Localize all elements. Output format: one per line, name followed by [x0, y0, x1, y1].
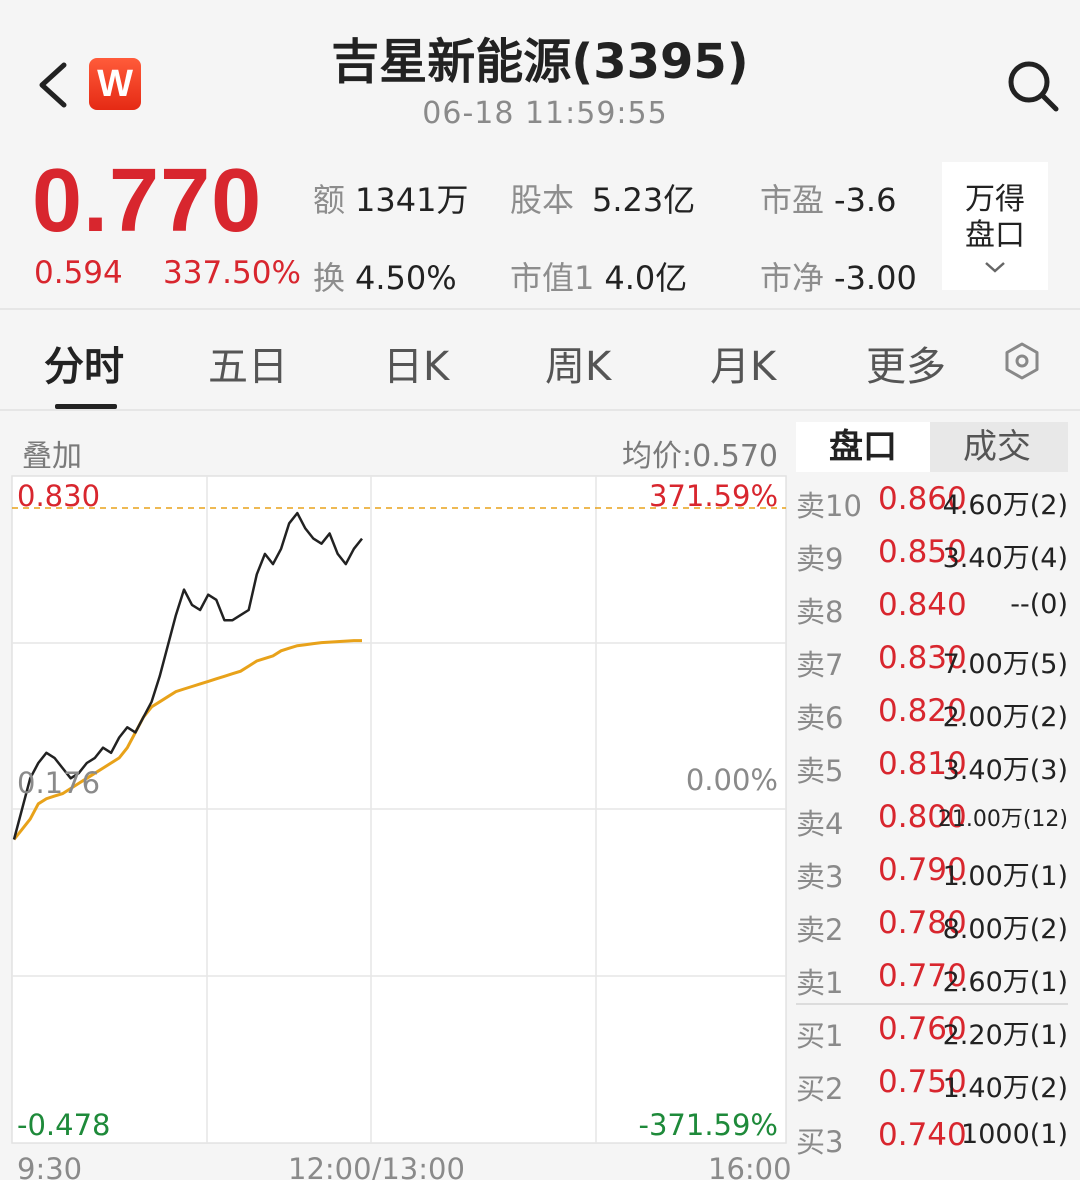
- stat-turnover-amount: 额 1341万: [313, 181, 469, 219]
- ask-row[interactable]: 卖8 0.840 --(0): [796, 581, 1070, 633]
- search-icon[interactable]: [1002, 55, 1062, 115]
- y-axis-bottom-price: -0.478: [17, 1108, 111, 1142]
- level-label: 卖7: [796, 648, 844, 682]
- order-volume: 2.60万(1): [942, 967, 1068, 998]
- order-volume: 3.40万(3): [942, 755, 1068, 786]
- level-label: 卖1: [796, 966, 844, 1000]
- header: W 吉星新能源(3395) 06-18 11:59:55: [0, 0, 1080, 150]
- level-label: 卖10: [796, 489, 862, 523]
- stat-turnover-rate: 换 4.50%: [313, 259, 457, 297]
- order-volume: 2.20万(1): [942, 1020, 1068, 1051]
- ask-row[interactable]: 卖10 0.860 4.60万(2): [796, 475, 1070, 527]
- intraday-chart[interactable]: 叠加 均价:0.570 0.830 371.59% 0.176 0.00% -0…: [0, 411, 792, 1180]
- x-axis-label-open: 9:30: [17, 1152, 83, 1180]
- order-price: 0.740: [878, 1117, 967, 1153]
- bid-row[interactable]: 买3 0.740 1000(1): [796, 1111, 1070, 1163]
- level-label: 买2: [796, 1072, 844, 1106]
- y-axis-mid-price: 0.176: [17, 766, 101, 800]
- stat-share-capital: 股本 5.23亿: [510, 181, 696, 219]
- tab-daily-k[interactable]: 日K: [383, 334, 449, 392]
- level-label: 卖2: [796, 913, 844, 947]
- ask-row[interactable]: 卖7 0.830 7.00万(5): [796, 634, 1070, 686]
- level-label: 买1: [796, 1019, 844, 1053]
- timestamp: 06-18 11:59:55: [422, 96, 668, 131]
- level-label: 卖8: [796, 595, 844, 629]
- order-price: 0.840: [878, 587, 967, 623]
- wande-label-2: 盘口: [965, 218, 1025, 253]
- orderbook-tabs: 盘口 成交: [796, 422, 1068, 472]
- stat-pe-ratio: 市盈 -3.6: [760, 181, 897, 219]
- bid-row[interactable]: 买1 0.760 2.20万(1): [796, 1005, 1070, 1057]
- tab-weekly-k[interactable]: 周K: [545, 334, 611, 392]
- tab-trades[interactable]: 成交: [930, 422, 1064, 472]
- x-axis-label-close: 16:00: [708, 1152, 792, 1180]
- divider: [0, 308, 1080, 310]
- chart-tabs: 分时 五日 日K 周K 月K 更多: [0, 312, 1080, 409]
- order-volume: 8.00万(2): [942, 914, 1068, 945]
- level-label: 买3: [796, 1125, 844, 1159]
- level-label: 卖6: [796, 701, 844, 735]
- chart-canvas: [11, 475, 787, 1144]
- ask-row[interactable]: 卖5 0.810 3.40万(3): [796, 740, 1070, 792]
- y-axis-bottom-pct: -371.59%: [638, 1108, 779, 1142]
- order-volume: 1000(1): [961, 1119, 1068, 1150]
- tab-intraday[interactable]: 分时: [44, 334, 124, 392]
- chevron-down-icon: [985, 262, 1005, 273]
- price-change: 0.594: [34, 255, 123, 291]
- level-label: 卖9: [796, 542, 844, 576]
- current-price: 0.770: [32, 151, 263, 251]
- tab-monthly-k[interactable]: 月K: [710, 334, 776, 392]
- ask-row[interactable]: 卖1 0.770 2.60万(1): [796, 952, 1070, 1004]
- overlay-button[interactable]: 叠加: [22, 431, 82, 475]
- ask-row[interactable]: 卖3 0.790 1.00万(1): [796, 846, 1070, 898]
- order-volume: 1.00万(1): [942, 861, 1068, 892]
- y-axis-mid-pct: 0.00%: [685, 763, 778, 797]
- page-title: 吉星新能源(3395): [331, 34, 749, 90]
- tab-five-day[interactable]: 五日: [208, 334, 288, 392]
- price-change-pct: 337.50%: [163, 255, 301, 291]
- order-volume: 4.60万(2): [942, 490, 1068, 521]
- order-volume: --(0): [1010, 589, 1068, 620]
- bid-row[interactable]: 买2 0.750 1.40万(2): [796, 1058, 1070, 1110]
- order-volume: 3.40万(4): [942, 543, 1068, 574]
- tab-orderbook[interactable]: 盘口: [796, 422, 930, 472]
- chart-grid: [11, 475, 787, 1144]
- bid-ask-divider: [796, 1003, 1068, 1005]
- stat-market-cap: 市值1 4.0亿: [510, 259, 688, 297]
- level-label: 卖3: [796, 860, 844, 894]
- wande-label-1: 万得: [965, 182, 1025, 217]
- tab-more[interactable]: 更多: [866, 334, 946, 392]
- order-volume: 2.00万(2): [942, 702, 1068, 733]
- order-volume: 7.00万(5): [942, 649, 1068, 680]
- ask-row[interactable]: 卖9 0.850 3.40万(4): [796, 528, 1070, 580]
- stat-pb-ratio: 市净 -3.00: [760, 259, 917, 297]
- y-axis-top-price: 0.830: [17, 479, 101, 513]
- x-axis-label-midday: 12:00/13:00: [288, 1152, 465, 1180]
- ask-row[interactable]: 卖2 0.780 8.00万(2): [796, 899, 1070, 951]
- y-axis-top-pct: 371.59%: [648, 479, 778, 513]
- level-label: 卖5: [796, 754, 844, 788]
- order-volume: 1.40万(2): [942, 1073, 1068, 1104]
- average-price-label: 均价:0.570: [622, 439, 778, 474]
- ask-row[interactable]: 卖6 0.820 2.00万(2): [796, 687, 1070, 739]
- wande-orderbook-button[interactable]: 万得 盘口: [942, 162, 1048, 290]
- level-label: 卖4: [796, 807, 844, 841]
- ask-row[interactable]: 卖4 0.800 21.00万(12): [796, 793, 1070, 845]
- settings-hex-icon[interactable]: [1002, 341, 1042, 381]
- order-volume: 21.00万(12): [937, 807, 1068, 832]
